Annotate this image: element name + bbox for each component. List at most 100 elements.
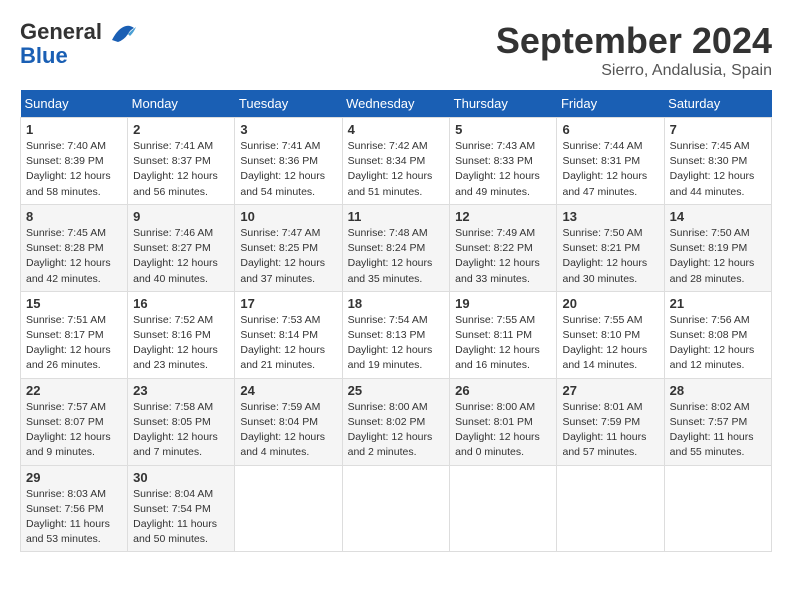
calendar-cell: 21 Sunrise: 7:56 AM Sunset: 8:08 PM Dayli… [664, 291, 771, 378]
calendar-cell: 8Sunrise: 7:45 AM Sunset: 8:28 PM Daylig… [21, 204, 128, 291]
weekday-tuesday: Tuesday [235, 90, 342, 118]
calendar-cell: 10 Sunrise: 7:47 AM Sunset: 8:25 PM Dayli… [235, 204, 342, 291]
calendar-cell [557, 465, 664, 552]
calendar-cell: 18 Sunrise: 7:54 AM Sunset: 8:13 PM Dayli… [342, 291, 450, 378]
location: Sierro, Andalusia, Spain [496, 62, 772, 80]
day-info: Sunrise: 7:50 AM Sunset: 8:21 PM Dayligh… [562, 226, 658, 287]
calendar-cell: 27 Sunrise: 8:01 AM Sunset: 7:59 PM Dayli… [557, 378, 664, 465]
day-number: 30 [133, 470, 229, 485]
day-number: 9 [133, 209, 229, 224]
day-info: Sunrise: 7:55 AM Sunset: 8:10 PM Dayligh… [562, 313, 658, 374]
weekday-friday: Friday [557, 90, 664, 118]
day-number: 10 [240, 209, 336, 224]
day-number: 6 [562, 122, 658, 137]
calendar-cell [450, 465, 557, 552]
calendar-cell: 11Sunrise: 7:48 AM Sunset: 8:24 PM Dayli… [342, 204, 450, 291]
week-row-5: 29 Sunrise: 8:03 AM Sunset: 7:56 PM Dayli… [21, 465, 772, 552]
day-number: 24 [240, 383, 336, 398]
day-info: Sunrise: 7:51 AM Sunset: 8:17 PM Dayligh… [26, 313, 122, 374]
calendar-cell: 30 Sunrise: 8:04 AM Sunset: 7:54 PM Dayli… [128, 465, 235, 552]
day-info: Sunrise: 7:52 AM Sunset: 8:16 PM Dayligh… [133, 313, 229, 374]
calendar-cell: 1 Sunrise: 7:40 AM Sunset: 8:39 PM Daylig… [21, 118, 128, 205]
calendar-cell: 20 Sunrise: 7:55 AM Sunset: 8:10 PM Dayli… [557, 291, 664, 378]
logo-text: General Blue [20, 20, 138, 68]
day-info: Sunrise: 8:01 AM Sunset: 7:59 PM Dayligh… [562, 400, 658, 461]
day-number: 21 [670, 296, 766, 311]
calendar-cell: 7Sunrise: 7:45 AM Sunset: 8:30 PM Daylig… [664, 118, 771, 205]
day-number: 25 [348, 383, 445, 398]
day-info: Sunrise: 7:41 AM Sunset: 8:36 PM Dayligh… [240, 139, 336, 200]
week-row-3: 15 Sunrise: 7:51 AM Sunset: 8:17 PM Dayli… [21, 291, 772, 378]
day-number: 28 [670, 383, 766, 398]
calendar-table: SundayMondayTuesdayWednesdayThursdayFrid… [20, 90, 772, 552]
day-info: Sunrise: 7:48 AM Sunset: 8:24 PM Dayligh… [348, 226, 445, 287]
calendar-cell: 15 Sunrise: 7:51 AM Sunset: 8:17 PM Dayli… [21, 291, 128, 378]
calendar-cell: 2 Sunrise: 7:41 AM Sunset: 8:37 PM Daylig… [128, 118, 235, 205]
day-number: 1 [26, 122, 122, 137]
month-title: September 2024 [496, 20, 772, 62]
day-info: Sunrise: 7:58 AM Sunset: 8:05 PM Dayligh… [133, 400, 229, 461]
day-info: Sunrise: 7:41 AM Sunset: 8:37 PM Dayligh… [133, 139, 229, 200]
day-info: Sunrise: 7:47 AM Sunset: 8:25 PM Dayligh… [240, 226, 336, 287]
title-block: September 2024 Sierro, Andalusia, Spain [496, 20, 772, 80]
day-info: Sunrise: 7:53 AM Sunset: 8:14 PM Dayligh… [240, 313, 336, 374]
calendar-cell: 19 Sunrise: 7:55 AM Sunset: 8:11 PM Dayli… [450, 291, 557, 378]
calendar-cell: 23 Sunrise: 7:58 AM Sunset: 8:05 PM Dayli… [128, 378, 235, 465]
day-number: 3 [240, 122, 336, 137]
day-info: Sunrise: 7:56 AM Sunset: 8:08 PM Dayligh… [670, 313, 766, 374]
calendar-cell: 3 Sunrise: 7:41 AM Sunset: 8:36 PM Daylig… [235, 118, 342, 205]
calendar-cell: 6 Sunrise: 7:44 AM Sunset: 8:31 PM Daylig… [557, 118, 664, 205]
day-info: Sunrise: 7:49 AM Sunset: 8:22 PM Dayligh… [455, 226, 551, 287]
day-number: 13 [562, 209, 658, 224]
day-number: 27 [562, 383, 658, 398]
day-info: Sunrise: 7:50 AM Sunset: 8:19 PM Dayligh… [670, 226, 766, 287]
day-info: Sunrise: 8:02 AM Sunset: 7:57 PM Dayligh… [670, 400, 766, 461]
calendar-cell: 14 Sunrise: 7:50 AM Sunset: 8:19 PM Dayli… [664, 204, 771, 291]
day-info: Sunrise: 8:03 AM Sunset: 7:56 PM Dayligh… [26, 487, 122, 548]
calendar-cell: 4 Sunrise: 7:42 AM Sunset: 8:34 PM Daylig… [342, 118, 450, 205]
day-number: 8 [26, 209, 122, 224]
day-number: 20 [562, 296, 658, 311]
calendar-cell: 16 Sunrise: 7:52 AM Sunset: 8:16 PM Dayli… [128, 291, 235, 378]
week-row-1: 1 Sunrise: 7:40 AM Sunset: 8:39 PM Daylig… [21, 118, 772, 205]
day-number: 19 [455, 296, 551, 311]
page-header: General Blue September 2024 Sierro, Anda… [20, 20, 772, 80]
weekday-saturday: Saturday [664, 90, 771, 118]
day-number: 2 [133, 122, 229, 137]
day-number: 5 [455, 122, 551, 137]
calendar-cell: 26Sunrise: 8:00 AM Sunset: 8:01 PM Dayli… [450, 378, 557, 465]
day-info: Sunrise: 7:46 AM Sunset: 8:27 PM Dayligh… [133, 226, 229, 287]
calendar-cell: 17Sunrise: 7:53 AM Sunset: 8:14 PM Dayli… [235, 291, 342, 378]
day-info: Sunrise: 8:00 AM Sunset: 8:02 PM Dayligh… [348, 400, 445, 461]
calendar-cell: 13 Sunrise: 7:50 AM Sunset: 8:21 PM Dayli… [557, 204, 664, 291]
day-number: 16 [133, 296, 229, 311]
day-info: Sunrise: 8:04 AM Sunset: 7:54 PM Dayligh… [133, 487, 229, 548]
day-info: Sunrise: 7:55 AM Sunset: 8:11 PM Dayligh… [455, 313, 551, 374]
day-info: Sunrise: 7:42 AM Sunset: 8:34 PM Dayligh… [348, 139, 445, 200]
bird-icon [110, 22, 138, 44]
day-number: 26 [455, 383, 551, 398]
day-number: 14 [670, 209, 766, 224]
day-info: Sunrise: 7:44 AM Sunset: 8:31 PM Dayligh… [562, 139, 658, 200]
calendar-cell: 5 Sunrise: 7:43 AM Sunset: 8:33 PM Daylig… [450, 118, 557, 205]
day-info: Sunrise: 7:43 AM Sunset: 8:33 PM Dayligh… [455, 139, 551, 200]
day-number: 22 [26, 383, 122, 398]
day-number: 4 [348, 122, 445, 137]
calendar-cell: 28 Sunrise: 8:02 AM Sunset: 7:57 PM Dayli… [664, 378, 771, 465]
week-row-2: 8Sunrise: 7:45 AM Sunset: 8:28 PM Daylig… [21, 204, 772, 291]
day-number: 18 [348, 296, 445, 311]
day-info: Sunrise: 7:40 AM Sunset: 8:39 PM Dayligh… [26, 139, 122, 200]
calendar-cell: 29 Sunrise: 8:03 AM Sunset: 7:56 PM Dayli… [21, 465, 128, 552]
day-info: Sunrise: 7:59 AM Sunset: 8:04 PM Dayligh… [240, 400, 336, 461]
weekday-sunday: Sunday [21, 90, 128, 118]
day-info: Sunrise: 7:54 AM Sunset: 8:13 PM Dayligh… [348, 313, 445, 374]
calendar-cell: 12 Sunrise: 7:49 AM Sunset: 8:22 PM Dayli… [450, 204, 557, 291]
calendar-cell: 25 Sunrise: 8:00 AM Sunset: 8:02 PM Dayli… [342, 378, 450, 465]
calendar-cell [342, 465, 450, 552]
calendar-cell [664, 465, 771, 552]
logo: General Blue [20, 20, 138, 68]
day-number: 12 [455, 209, 551, 224]
day-number: 23 [133, 383, 229, 398]
day-number: 29 [26, 470, 122, 485]
day-number: 15 [26, 296, 122, 311]
